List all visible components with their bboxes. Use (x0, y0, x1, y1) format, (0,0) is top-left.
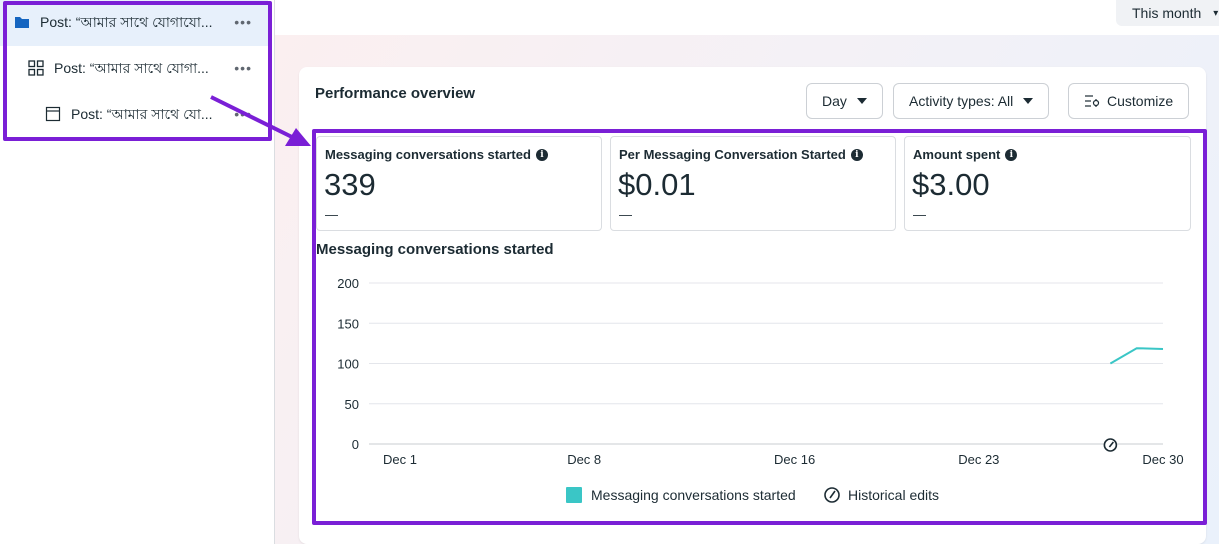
granularity-label: Day (822, 93, 847, 109)
metric-label: Amount spent i (913, 147, 1018, 162)
metric-label-text: Messaging conversations started (325, 147, 531, 162)
metric-label-text: Per Messaging Conversation Started (619, 147, 846, 162)
tree-item-ad[interactable]: Post: “আমার সাথে যো... ••• (0, 92, 268, 138)
chevron-down-icon: ▾ (1213, 7, 1219, 19)
tree-item-label: Post: “আমার সাথে যোগাযো... (40, 14, 213, 30)
folder-icon (14, 14, 32, 32)
more-options-icon[interactable]: ••• (234, 106, 252, 122)
metric-value: 339 (324, 167, 376, 202)
sidebar: Post: “আমার সাথে যোগাযো... ••• Post: “আম… (0, 0, 275, 544)
top-bar (275, 0, 1219, 35)
metric-card[interactable]: Messaging conversations started i 339 — (316, 136, 602, 231)
metric-label-text: Amount spent (913, 147, 1001, 162)
chart-title: Messaging conversations started (316, 241, 554, 258)
granularity-dropdown[interactable]: Day (806, 83, 883, 119)
activity-types-dropdown[interactable]: Activity types: All (893, 83, 1050, 119)
metric-card[interactable]: Per Messaging Conversation Started i $0.… (610, 136, 896, 231)
customize-icon (1084, 94, 1100, 108)
date-range-label: This month (1132, 5, 1202, 21)
ad-icon (45, 106, 63, 124)
card-title: Performance overview (315, 85, 476, 102)
metric-label: Messaging conversations started i (325, 147, 548, 162)
activity-types-label: Activity types: All (909, 93, 1014, 109)
more-options-icon[interactable]: ••• (234, 60, 252, 76)
tree-item-label: Post: “আমার সাথে যো... (71, 106, 213, 122)
info-icon[interactable]: i (850, 148, 863, 161)
caret-down-icon (1023, 98, 1034, 104)
tree-item-adset[interactable]: Post: “আমার সাথে যোগা... ••• (0, 46, 268, 92)
date-range-dropdown[interactable]: This month ▾ (1116, 0, 1219, 26)
tree-item-campaign[interactable]: Post: “আমার সাথে যোগাযো... ••• (0, 0, 268, 46)
tree-item-label: Post: “আমার সাথে যোগা... (54, 60, 209, 76)
info-icon[interactable]: i (535, 148, 548, 161)
customize-label: Customize (1107, 93, 1174, 109)
metric-delta: — (619, 207, 632, 222)
metric-value: $3.00 (912, 167, 990, 202)
info-icon[interactable]: i (1005, 148, 1018, 161)
caret-down-icon (856, 98, 867, 104)
grid-icon (28, 60, 46, 78)
more-options-icon[interactable]: ••• (234, 14, 252, 30)
metric-label: Per Messaging Conversation Started i (619, 147, 863, 162)
metric-delta: — (325, 207, 338, 222)
metric-value: $0.01 (618, 167, 696, 202)
customize-button[interactable]: Customize (1068, 83, 1190, 119)
metric-card[interactable]: Amount spent i $3.00 — (904, 136, 1191, 231)
metric-delta: — (913, 207, 926, 222)
